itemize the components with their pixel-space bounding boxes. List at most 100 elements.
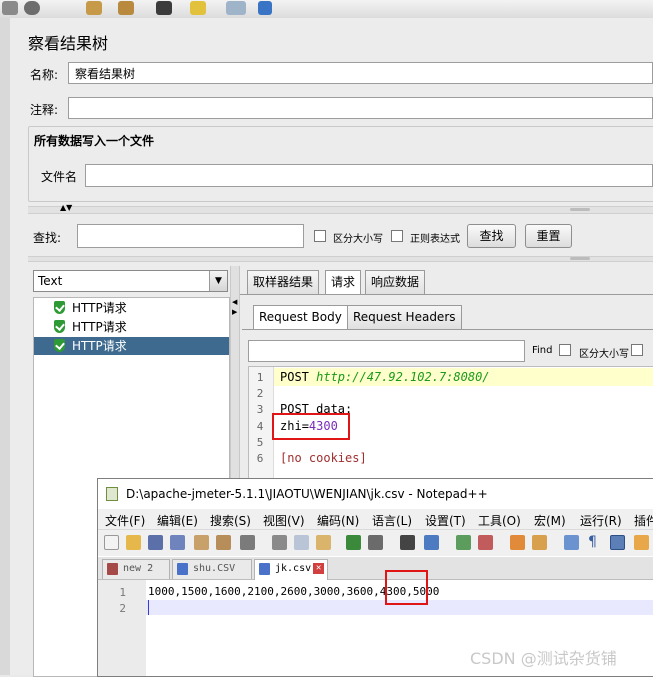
find-icon[interactable] [400,535,415,550]
close-tab-icon[interactable]: ✕ [313,562,325,574]
case-sensitive-label: 区分大小写 [333,234,383,245]
tree-item[interactable]: HTTP请求 [34,299,229,317]
close-all-icon[interactable] [216,535,231,550]
settings-icon[interactable] [2,1,18,15]
splitter-grip[interactable] [570,208,590,211]
comment-label: 注释: [30,103,59,117]
clear-icon[interactable] [190,1,206,15]
save-icon[interactable] [148,535,163,550]
save-all-icon[interactable] [170,535,185,550]
broom-all-icon[interactable] [118,1,134,15]
code-line: POST http://47.92.102.7:8080/ [280,370,490,384]
notepad-gutter: 1 2 [98,580,146,676]
notepad-tab-label: shu.CSV [193,563,236,574]
indent-guide-icon[interactable] [610,535,625,550]
request-find-input[interactable] [248,340,525,362]
menu-encoding[interactable]: 编码(N) [317,512,359,529]
menu-settings[interactable]: 设置(T) [425,512,466,529]
notepad-tab-bar: new 2 shu.CSV jk.csv ✕ [98,557,653,580]
splitter-grip-2[interactable] [570,257,590,260]
paste-icon[interactable] [316,535,331,550]
search-label: 查找: [33,231,62,245]
saved-file-icon [259,563,270,575]
udl-icon[interactable] [634,535,649,550]
splitter-arrows-icon[interactable]: ▲▼ [60,203,72,212]
success-shield-icon [54,339,65,352]
request-case-checkbox[interactable] [559,344,571,356]
word-wrap-icon[interactable] [564,535,579,550]
notepad-tab-label: jk.csv [275,563,312,574]
tree-item-label: HTTP请求 [72,320,127,334]
saved-file-icon [177,563,188,575]
comment-field[interactable] [68,97,653,119]
regex-checkbox[interactable] [391,230,403,242]
tab-request-headers[interactable]: Request Headers [347,305,462,329]
replace-icon[interactable] [424,535,439,550]
result-tabs: 取样器结果 请求 响应数据 [247,270,653,294]
filename-label: 文件名 [41,170,78,184]
tab-request[interactable]: 请求 [325,270,362,294]
notepad-tab-active[interactable]: jk.csv ✕ [254,559,328,580]
arrow-left-icon[interactable]: ◀ [232,298,237,306]
binoculars-icon[interactable] [156,1,172,15]
filename-field[interactable] [85,164,653,187]
menu-plugins[interactable]: 插件 [634,512,653,529]
find-button[interactable]: 查找 [467,224,516,248]
function-icon[interactable] [226,1,246,15]
tab-response-data[interactable]: 响应数据 [365,270,426,294]
horizontal-splitter[interactable] [28,256,653,262]
name-label: 名称: [30,68,59,82]
main-toolbar [0,0,653,19]
zoom-in-icon[interactable] [456,535,471,550]
menu-tools[interactable]: 工具(O) [478,512,521,529]
show-all-chars-icon[interactable]: ¶ [588,534,597,550]
reset-button[interactable]: 重置 [525,224,572,248]
stop-icon[interactable] [24,1,40,15]
menu-search[interactable]: 搜索(S) [210,512,251,529]
name-field[interactable]: 察看结果树 [68,62,653,84]
copy-icon[interactable] [294,535,309,550]
close-icon[interactable] [194,535,209,550]
notepad-tab[interactable]: shu.CSV [172,559,252,579]
menu-macro[interactable]: 宏(M) [534,512,566,529]
request-regex-checkbox[interactable] [631,344,643,356]
request-find-label: Find [532,345,553,356]
line-number: 6 [256,452,264,465]
cut-icon[interactable] [272,535,287,550]
method-keyword: POST [280,370,317,384]
new-file-icon[interactable] [104,535,119,550]
menu-view[interactable]: 视图(V) [263,512,305,529]
notepad-tab[interactable]: new 2 [102,559,170,579]
tree-item[interactable]: HTTP请求 [34,318,229,336]
broom-icon[interactable] [86,1,102,15]
notepad-toolbar: ¶ [98,529,653,556]
help-icon[interactable] [258,1,272,15]
tree-item-label: HTTP请求 [72,301,127,315]
text-cursor [148,600,149,615]
watermark: CSDN @测试杂货铺 [470,649,617,668]
arrow-right-icon[interactable]: ▶ [232,308,237,316]
renderer-select[interactable]: Text ▼ [33,270,228,292]
redo-icon[interactable] [368,535,383,550]
line-number: 2 [256,387,264,400]
tree-item-selected[interactable]: HTTP请求 [34,337,229,355]
zoom-out-icon[interactable] [478,535,493,550]
chevron-down-icon[interactable]: ▼ [209,271,227,291]
search-input[interactable] [77,224,304,248]
sync-vertical-icon[interactable] [510,535,525,550]
menu-language[interactable]: 语言(L) [372,512,412,529]
tab-request-body[interactable]: Request Body [253,305,348,329]
menu-edit[interactable]: 编辑(E) [157,512,198,529]
open-file-icon[interactable] [126,535,141,550]
undo-icon[interactable] [346,535,361,550]
print-icon[interactable] [240,535,255,550]
menu-run[interactable]: 运行(R) [580,512,622,529]
notepad-title-bar: D:\apache-jmeter-5.1.1\JIAOTU\WENJIAN\jk… [98,479,653,509]
vertical-splitter[interactable] [28,206,653,214]
subtab-divider [242,329,653,330]
case-sensitive-checkbox[interactable] [314,230,326,242]
menu-file[interactable]: 文件(F) [105,512,145,529]
tab-sampler-result[interactable]: 取样器结果 [247,270,320,294]
sync-horizontal-icon[interactable] [532,535,547,550]
url-text: http://47.92.102.7:8080/ [316,370,490,384]
